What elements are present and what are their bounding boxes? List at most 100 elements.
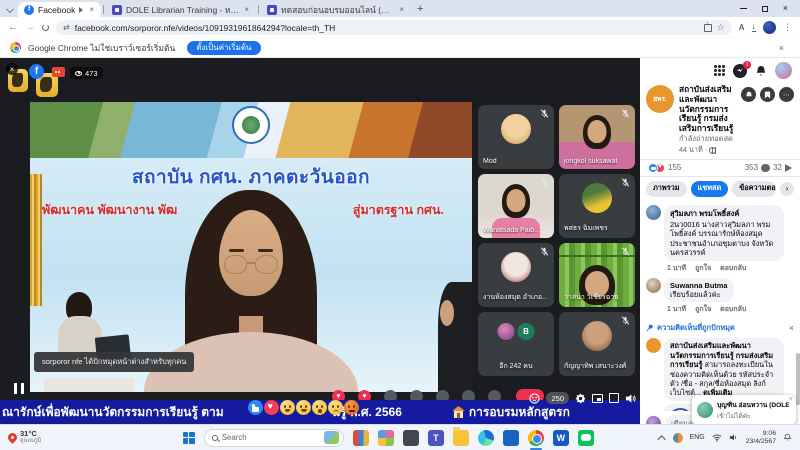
messenger-icon[interactable]: 1 (733, 60, 751, 78)
pinned-comment: สถาบันส่งเสริมและพัฒนานวัตกรรมการเรียนรู… (646, 338, 794, 401)
set-default-button[interactable]: ตั้งเป็นค่าเริ่มต้น (187, 40, 261, 55)
profile-avatar[interactable] (763, 21, 776, 34)
more-options-button[interactable]: ⋯ (779, 87, 794, 102)
share-icon[interactable] (703, 21, 712, 32)
address-box[interactable]: ⇄ facebook.com/sorporor.nfe/videos/10919… (56, 20, 732, 35)
comment-feed[interactable]: สุวิมลภา พรมโพธิ์สงค์ 2นว0016 นางสาวสุวิ… (640, 201, 800, 411)
participant-tile-kanyathip[interactable]: กัญญาทิพ เสนาะวงศ์ (559, 312, 635, 376)
page-name[interactable]: สถาบันส่งเสริมและพัฒนานวัตกรรมการเรียนรู… (679, 84, 741, 144)
start-button[interactable] (182, 431, 195, 444)
toast-close-icon[interactable]: × (789, 396, 793, 403)
participant-tile-library[interactable]: งานห้องสมุด อำเภอ... (478, 243, 554, 307)
notifications-bell-icon[interactable] (755, 65, 767, 77)
tabs-scroll-chevron[interactable]: › (780, 181, 794, 196)
mic-muted-icon (540, 247, 549, 256)
comment-reply-link[interactable]: ตอบกลับ (720, 263, 746, 274)
comment-count-pill[interactable]: 250 (546, 392, 569, 404)
account-avatar[interactable] (775, 62, 792, 79)
page-avatar[interactable]: สพร. (646, 85, 674, 113)
tray-sync-icon[interactable] (672, 432, 683, 443)
edge-browser-icon[interactable] (477, 429, 494, 446)
new-tab-button[interactable]: + (417, 3, 423, 15)
comment-reply-link[interactable]: ตอบกลับ (720, 304, 746, 315)
video-player[interactable]: × f 473 สถาบัน กศน. ภาคตะวันออก พัฒนาคน … (0, 58, 640, 424)
banner-close-icon[interactable]: × (779, 43, 790, 53)
fullscreen-icon[interactable] (609, 393, 619, 403)
window-close-button[interactable]: × (783, 4, 788, 13)
participant-tile-more[interactable]: B อีก 242 คน (478, 312, 554, 376)
tab-pretest[interactable]: ทดสอบก่อนอบรมออนไลน์ (ออนไลน์) × (261, 2, 411, 17)
library-app-icon[interactable] (352, 429, 369, 446)
save-bookmark-button[interactable] (760, 87, 775, 102)
participant-tile-wasana[interactable]: วาสนา วิเชียรฉาย (559, 243, 635, 307)
chrome-app-icon[interactable] (527, 429, 544, 450)
participant-tile-jongkol[interactable]: jongkol suksawat (559, 105, 635, 169)
volume-icon[interactable] (625, 393, 636, 404)
blue-app-icon[interactable] (502, 429, 519, 446)
tab-facebook[interactable]: f Facebook × (18, 2, 102, 17)
tab-live-chat[interactable]: แชทสด (690, 180, 729, 197)
tray-expand-icon[interactable] (656, 434, 666, 444)
commenter-avatar[interactable] (646, 277, 661, 293)
tab-search-caret-icon[interactable] (6, 5, 14, 13)
comments-scrollbar-thumb[interactable] (796, 352, 800, 405)
teams-app-icon[interactable]: T (427, 429, 444, 446)
tab-overview[interactable]: ภาพรวม (646, 180, 687, 197)
taskbar-search[interactable]: Search (203, 428, 344, 447)
reaction-count[interactable]: 155 (668, 163, 681, 172)
commenter-avatar[interactable] (646, 204, 661, 220)
commenter-name[interactable]: Suwanna Butma (670, 281, 728, 290)
main-speaker-video[interactable]: สถาบัน กศน. ภาคตะวันออก พัฒนาคน พัฒนางาน… (30, 102, 472, 392)
pinned-close-icon[interactable]: × (789, 323, 794, 333)
like-count-icon[interactable] (648, 162, 658, 173)
apps-menu-icon[interactable] (714, 65, 725, 76)
comment-like-link[interactable]: ถูกใจ (695, 263, 711, 274)
tab-replies[interactable]: ข้อความตอบกลับช (732, 180, 776, 197)
translate-icon[interactable]: A (739, 23, 745, 32)
wifi-icon[interactable] (712, 433, 722, 442)
institute-logo (232, 106, 270, 144)
reload-button[interactable] (42, 24, 49, 31)
windows-taskbar: 31°C อุณหภูมิ Search T W ENG 9:06 23/4/2… (0, 424, 800, 450)
line-app-icon[interactable] (577, 429, 594, 446)
commenter-name[interactable]: สุวิมลภา พรมโพธิ์สงค์ (670, 208, 778, 220)
word-app-icon[interactable]: W (552, 429, 569, 446)
comment-toggle-icon[interactable] (529, 392, 541, 404)
comment-toast[interactable]: บุญฑิน อ่อนหวาน (DOLE Libraria… เข้าไม่ไ… (692, 395, 796, 425)
comment-count[interactable]: 353 (745, 163, 758, 172)
tab-dole-training[interactable]: DOLE Librarian Training - หน้าแรก × (106, 2, 256, 17)
window-maximize-button[interactable] (761, 5, 768, 12)
bookmark-star-icon[interactable]: ☆ (717, 22, 725, 33)
desktop-app-icon[interactable] (402, 429, 419, 446)
forward-button[interactable]: → (25, 22, 35, 33)
pause-button[interactable] (14, 383, 24, 394)
player-close-icon[interactable]: × (6, 63, 18, 75)
page-avatar-small[interactable] (646, 338, 661, 354)
site-info-icon[interactable]: ⇄ (63, 23, 70, 32)
photos-app-icon[interactable] (377, 429, 394, 446)
file-explorer-icon[interactable] (452, 426, 469, 446)
messenger-badge: 1 (743, 60, 751, 69)
browser-menu-icon[interactable]: ⋮ (783, 22, 792, 33)
url-text[interactable]: facebook.com/sorporor.nfe/videos/1091931… (75, 23, 699, 33)
tab-close-icon[interactable]: × (243, 5, 250, 14)
participant-tile-mod[interactable]: Mod (478, 105, 554, 169)
speaker-icon[interactable] (729, 433, 739, 442)
share-count[interactable]: 32 (773, 163, 782, 172)
clock-widget[interactable]: 9:06 23/4/2567 (746, 430, 776, 446)
settings-gear-icon[interactable] (575, 393, 586, 404)
page-bell-button[interactable] (741, 87, 756, 102)
comment-like-link[interactable]: ถูกใจ (695, 304, 711, 315)
language-indicator[interactable]: ENG (690, 434, 705, 441)
tray-bell-icon[interactable] (783, 433, 792, 442)
tab-close-icon[interactable]: × (88, 5, 95, 14)
tab-audio-icon[interactable] (79, 6, 88, 13)
downloads-icon[interactable]: ↓ (751, 21, 756, 33)
participant-tile-phasathorn[interactable]: พสธร ฉิมเพชร (559, 174, 635, 238)
back-button[interactable]: ← (8, 22, 18, 33)
picture-in-picture-icon[interactable] (592, 393, 603, 403)
participant-tile-wanatsada[interactable]: Wanatsada Paib... (478, 174, 554, 238)
tab-close-icon[interactable]: × (398, 5, 405, 14)
window-minimize-button[interactable] (739, 7, 747, 10)
weather-widget[interactable]: 31°C อุณหภูมิ (0, 429, 150, 445)
